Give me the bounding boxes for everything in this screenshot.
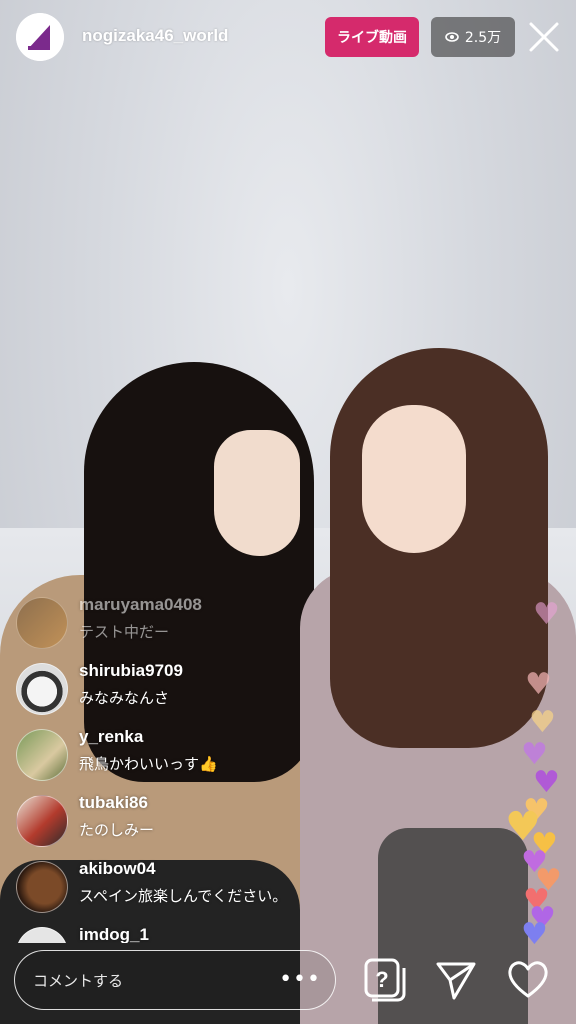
comment-item: akibow04 スペイン旅楽しんでください。	[16, 857, 336, 921]
nogizaka-logo	[16, 13, 64, 61]
comment-username[interactable]: shirubia9709	[79, 661, 183, 681]
heart-icon: ♥	[529, 705, 556, 740]
comment-text: 飛鳥かわいいっす👍	[79, 755, 218, 773]
viewer-count: 2.5万	[464, 30, 502, 46]
comment-username[interactable]: maruyama0408	[79, 595, 202, 615]
comment-text: テスト中だー	[79, 623, 170, 641]
question-box-icon[interactable]: ?	[360, 956, 408, 1004]
floating-hearts: ♥ ♥ ♥ ♥ ♥ ♥ ♥ ♥ ♥ ♥ ♥ ♥ ♥	[505, 597, 575, 960]
comment-placeholder: コメントする	[33, 972, 124, 990]
close-icon[interactable]	[527, 20, 561, 54]
more-icon[interactable]: •••	[279, 967, 321, 992]
comment-text: みなみなんさ	[79, 689, 170, 707]
comment-username[interactable]: tubaki86	[79, 793, 148, 813]
heart-icon: ♥	[533, 597, 560, 632]
comment-input[interactable]: コメントする •••	[14, 950, 336, 1010]
top-bar: nogizaka46_world ライブ動画 2.5万	[0, 0, 576, 76]
comment-item: maruyama0408 テスト中だー	[16, 593, 336, 657]
comment-avatar[interactable]	[16, 597, 68, 649]
viewer-count-badge: 2.5万	[431, 17, 515, 57]
account-avatar[interactable]	[16, 13, 64, 61]
svg-text:?: ?	[375, 967, 388, 992]
comment-text: スペイン旅楽しんでください。	[79, 887, 288, 905]
comment-avatar[interactable]	[16, 795, 68, 847]
heart-icon: ♥	[525, 667, 552, 702]
person-right-face	[362, 405, 466, 553]
eye-icon	[445, 32, 459, 42]
comment-item: imdog_1	[16, 923, 336, 943]
comment-username[interactable]: y_renka	[79, 727, 143, 747]
comment-avatar[interactable]	[16, 729, 68, 781]
comment-avatar[interactable]	[16, 663, 68, 715]
send-icon[interactable]	[432, 956, 480, 1004]
live-badge: ライブ動画	[325, 17, 419, 57]
comment-text: たのしみー	[79, 821, 155, 839]
comment-username[interactable]: akibow04	[79, 859, 156, 879]
comment-item: y_renka 飛鳥かわいいっす👍	[16, 725, 336, 789]
account-username[interactable]: nogizaka46_world	[82, 26, 228, 46]
comment-username[interactable]: imdog_1	[79, 925, 149, 943]
comment-item: shirubia9709 みなみなんさ	[16, 659, 336, 723]
person-left-face	[214, 430, 300, 556]
comment-item: tubaki86 たのしみー	[16, 791, 336, 855]
bottom-bar: コメントする ••• ?	[0, 944, 576, 1024]
heart-icon[interactable]	[504, 956, 552, 1004]
comment-avatar[interactable]	[16, 861, 68, 913]
comment-avatar[interactable]	[16, 927, 68, 943]
